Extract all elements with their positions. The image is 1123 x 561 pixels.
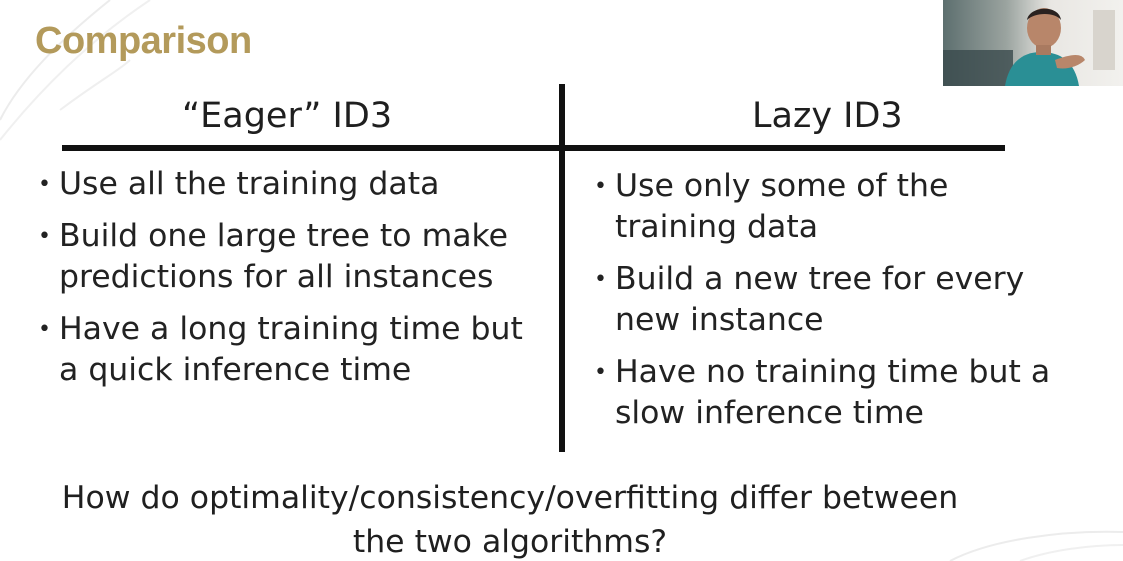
question-line-1: How do optimality/consistency/overfittin… xyxy=(61,480,959,516)
bullet-line: Build one large tree to make xyxy=(59,218,509,254)
question-line-2: the two algorithms? xyxy=(352,524,668,560)
bullet-item: • Build one large tree to make predictio… xyxy=(36,216,556,298)
bullet-line: new instance xyxy=(615,302,824,338)
bullet-line: Use all the training data xyxy=(59,166,440,202)
bullet-item: • Have no training time but a slow infer… xyxy=(592,352,1112,434)
bullet-line: Use only some of the xyxy=(615,168,949,204)
discussion-question: How do optimality/consistency/overfittin… xyxy=(0,476,1020,561)
bullet-dot-icon: • xyxy=(38,317,51,342)
table-horizontal-divider xyxy=(62,145,1005,151)
bullet-dot-icon: • xyxy=(594,360,607,385)
bullet-line: Have a long training time but xyxy=(59,311,523,347)
bullet-item: • Build a new tree for every new instanc… xyxy=(592,259,1112,341)
bullet-line: slow inference time xyxy=(615,395,924,431)
presenter-video-thumbnail xyxy=(943,0,1123,86)
bullet-dot-icon: • xyxy=(38,224,51,249)
bullet-line: predictions for all instances xyxy=(59,259,494,295)
bullet-line: Build a new tree for every xyxy=(615,261,1025,297)
slide-title: Comparison xyxy=(35,20,252,62)
bullet-dot-icon: • xyxy=(594,174,607,199)
lazy-id3-bullet-list: • Use only some of the training data • B… xyxy=(592,166,1112,445)
bullet-line: a quick inference time xyxy=(59,352,412,388)
bullet-line: Have no training time but a xyxy=(615,354,1051,390)
bullet-item: • Use all the training data xyxy=(36,164,556,205)
webcam-video-feed xyxy=(943,0,1123,86)
bullet-item: • Use only some of the training data xyxy=(592,166,1112,248)
table-vertical-divider xyxy=(559,84,565,452)
bullet-dot-icon: • xyxy=(38,172,51,197)
bullet-item: • Have a long training time but a quick … xyxy=(36,309,556,391)
bullet-line: training data xyxy=(615,209,818,245)
bullet-dot-icon: • xyxy=(594,267,607,292)
slide: Comparison “Eager” ID3 Lazy ID3 • Use al… xyxy=(0,0,1123,561)
lazy-id3-heading: Lazy ID3 xyxy=(752,96,903,136)
eager-id3-bullet-list: • Use all the training data • Build one … xyxy=(36,164,556,402)
eager-id3-heading: “Eager” ID3 xyxy=(182,96,393,136)
